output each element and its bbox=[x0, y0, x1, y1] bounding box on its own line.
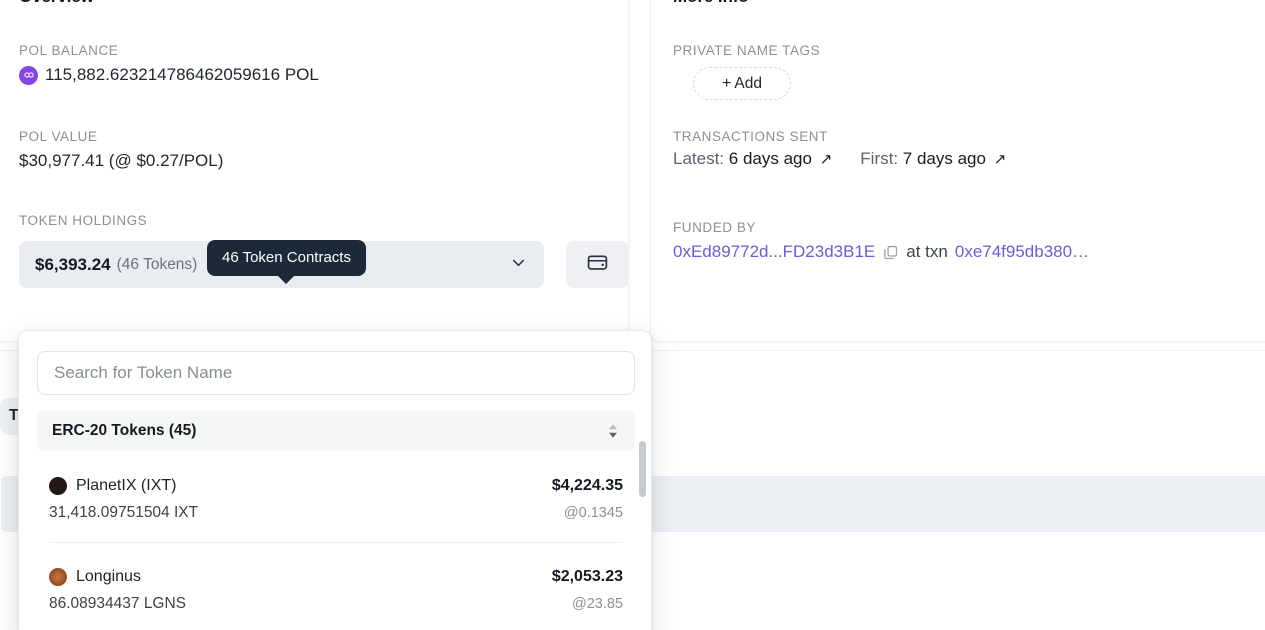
token-holdings-count: (46 Tokens) bbox=[116, 255, 198, 273]
token-unit-price: @23.85 bbox=[571, 596, 623, 612]
tooltip-text: 46 Token Contracts bbox=[222, 249, 351, 266]
funded-by-txn-link[interactable]: 0xe74f95db380… bbox=[955, 242, 1089, 262]
add-name-tag-button[interactable]: + Add bbox=[693, 67, 791, 100]
add-name-tag-label: Add bbox=[734, 74, 762, 92]
funded-by-label: FUNDED BY bbox=[673, 220, 756, 235]
first-transaction[interactable]: First: 7 days ago ↗ bbox=[860, 149, 1006, 169]
token-holdings-dropdown: ERC-20 Tokens (45) PlanetIX (IXT) $4,224… bbox=[18, 330, 652, 630]
first-value: 7 days ago bbox=[902, 149, 986, 168]
pol-value-label: POL VALUE bbox=[19, 129, 98, 144]
token-quantity: 86.08934437 LGNS bbox=[49, 595, 187, 612]
pol-balance-label: POL BALANCE bbox=[19, 43, 119, 58]
token-usd-value: $4,224.35 bbox=[551, 477, 623, 494]
token-avatar-icon bbox=[49, 568, 67, 586]
plus-icon: + bbox=[722, 74, 732, 92]
overview-card: Overview POL BALANCE 115,882.62321478646… bbox=[0, 0, 629, 342]
external-link-icon: ↗ bbox=[819, 151, 833, 168]
token-holdings-amount: $6,393.24 bbox=[35, 254, 111, 274]
dropdown-scrollbar-thumb[interactable] bbox=[639, 441, 646, 497]
page-title-more-info: More Info bbox=[673, 0, 749, 7]
token-contracts-tooltip: 46 Token Contracts bbox=[207, 240, 366, 276]
token-holdings-label: TOKEN HOLDINGS bbox=[19, 213, 148, 228]
token-group-label: ERC-20 Tokens (45) bbox=[52, 422, 197, 439]
sort-updown-icon[interactable] bbox=[606, 422, 620, 440]
polygon-token-icon bbox=[19, 65, 38, 85]
token-group-header-erc20[interactable]: ERC-20 Tokens (45) bbox=[37, 411, 635, 451]
transactions-sent-label: TRANSACTIONS SENT bbox=[673, 129, 828, 144]
token-name: PlanetIX (IXT) bbox=[76, 477, 177, 494]
latest-value: 6 days ago bbox=[728, 149, 812, 168]
token-list-item[interactable]: Longinus $2,053.23 86.08934437 LGNS @23.… bbox=[37, 552, 635, 630]
funded-by-row: 0xEd89772d...FD23d3B1E at txn 0xe74f95db… bbox=[673, 242, 1089, 262]
pol-balance-row: 115,882.623214786462059616 POL bbox=[19, 65, 319, 85]
wallet-icon bbox=[586, 251, 609, 279]
latest-lead-label: Latest: bbox=[673, 149, 725, 168]
token-name: Longinus bbox=[76, 568, 141, 585]
copy-icon[interactable] bbox=[882, 244, 899, 261]
funded-by-address-link[interactable]: 0xEd89772d...FD23d3B1E bbox=[673, 242, 875, 262]
pol-value-value: $30,977.41 (@ $0.27/POL) bbox=[19, 151, 224, 170]
list-divider bbox=[49, 542, 623, 543]
chevron-down-icon bbox=[509, 253, 528, 277]
token-unit-price: @0.1345 bbox=[563, 505, 623, 521]
latest-transaction[interactable]: Latest: 6 days ago ↗ bbox=[673, 149, 832, 169]
more-info-card: More Info PRIVATE NAME TAGS + Add TRANSA… bbox=[650, 0, 1265, 342]
first-lead-label: First: bbox=[860, 149, 899, 168]
transactions-sent-row: Latest: 6 days ago ↗ First: 7 days ago ↗ bbox=[673, 149, 1006, 169]
token-quantity: 31,418.09751504 IXT bbox=[49, 504, 199, 521]
token-avatar-icon bbox=[49, 477, 67, 495]
private-name-tags-label: PRIVATE NAME TAGS bbox=[673, 43, 821, 58]
token-usd-value: $2,053.23 bbox=[551, 568, 623, 585]
pol-balance-value: 115,882.623214786462059616 POL bbox=[45, 65, 319, 84]
external-link-icon: ↗ bbox=[993, 151, 1007, 168]
wallet-button[interactable] bbox=[566, 241, 629, 288]
token-list-item[interactable]: PlanetIX (IXT) $4,224.35 31,418.09751504… bbox=[37, 461, 635, 551]
page-root: ransfers Multichain Portfolio m or brand… bbox=[0, 0, 1265, 630]
at-txn-label: at txn bbox=[906, 242, 948, 261]
page-title-overview: Overview bbox=[19, 0, 94, 7]
token-search-input[interactable] bbox=[37, 351, 635, 395]
